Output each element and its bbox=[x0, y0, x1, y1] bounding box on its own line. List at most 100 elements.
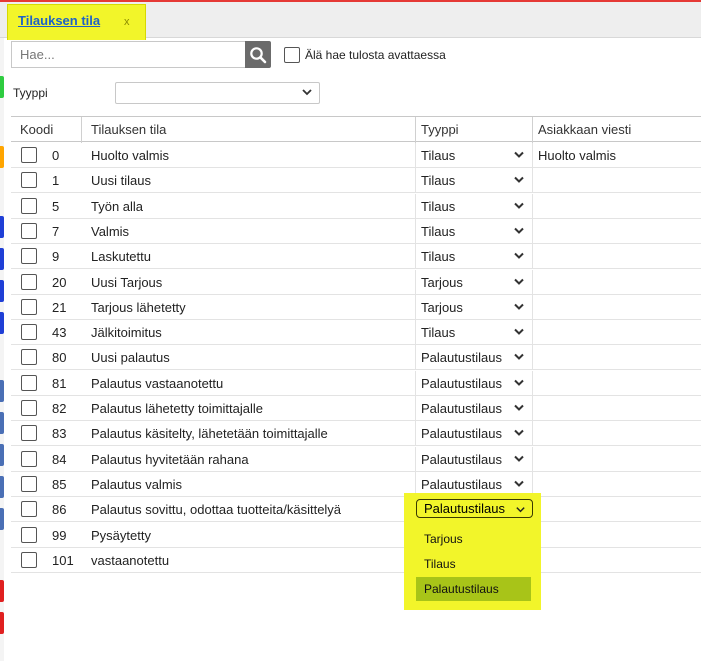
tab-close-icon[interactable]: x bbox=[124, 16, 130, 28]
row-type[interactable]: Tilaus bbox=[421, 249, 455, 264]
row-status[interactable]: Uusi tilaus bbox=[91, 173, 151, 188]
row-type-dropdown-toggle[interactable] bbox=[513, 402, 525, 417]
column-divider[interactable] bbox=[415, 117, 416, 143]
row-status[interactable]: Palautus valmis bbox=[91, 477, 182, 492]
row-status[interactable]: Palautus lähetetty toimittajalle bbox=[91, 401, 263, 416]
row-type[interactable]: Palautustilaus bbox=[421, 401, 502, 416]
row-type[interactable]: Tilaus bbox=[421, 325, 455, 340]
strip-marker-steel-4[interactable] bbox=[0, 476, 4, 498]
table-row[interactable]: 99 Pysäytetty bbox=[11, 522, 701, 548]
column-header-message[interactable]: Asiakkaan viesti bbox=[538, 122, 631, 137]
no-autosearch-checkbox[interactable] bbox=[284, 47, 300, 63]
row-type[interactable]: Palautustilaus bbox=[421, 376, 502, 391]
row-status[interactable]: Valmis bbox=[91, 224, 129, 239]
table-row[interactable]: 85 Palautus valmis Palautustilaus bbox=[11, 471, 701, 497]
column-divider[interactable] bbox=[81, 117, 82, 143]
table-row[interactable]: 7 Valmis Tilaus bbox=[11, 218, 701, 244]
table-row[interactable]: 20 Uusi Tarjous Tarjous bbox=[11, 269, 701, 295]
column-header-type[interactable]: Tyyppi bbox=[421, 122, 459, 137]
row-select-checkbox[interactable] bbox=[21, 425, 37, 442]
table-row[interactable]: 80 Uusi palautus Palautustilaus bbox=[11, 345, 701, 371]
row-type[interactable]: Palautustilaus bbox=[421, 452, 502, 467]
row-select-checkbox[interactable] bbox=[21, 400, 37, 416]
row-type-dropdown-toggle[interactable] bbox=[513, 174, 525, 189]
type-dropdown-open[interactable]: Palautustilaus bbox=[416, 499, 533, 518]
column-header-code[interactable]: Koodi bbox=[20, 122, 53, 137]
strip-marker-red-2[interactable] bbox=[0, 612, 4, 634]
row-select-checkbox[interactable] bbox=[21, 147, 37, 163]
table-row[interactable]: 83 Palautus käsitelty, lähetetään toimitt… bbox=[11, 421, 701, 447]
row-type-dropdown-toggle[interactable] bbox=[513, 250, 525, 265]
row-status[interactable]: Laskutettu bbox=[91, 249, 151, 264]
row-type[interactable]: Palautustilaus bbox=[421, 477, 502, 492]
table-row[interactable]: 101 vastaanotettu bbox=[11, 547, 701, 573]
row-status[interactable]: Tarjous lähetetty bbox=[91, 300, 186, 315]
strip-marker-blue-1[interactable] bbox=[0, 216, 4, 238]
tab-label[interactable]: Tilauksen tila bbox=[18, 13, 100, 28]
strip-marker-steel-3[interactable] bbox=[0, 444, 4, 466]
table-row[interactable]: 9 Laskutettu Tilaus bbox=[11, 244, 701, 270]
type-filter-select[interactable] bbox=[115, 82, 320, 104]
table-row[interactable]: 21 Tarjous lähetetty Tarjous bbox=[11, 294, 701, 320]
row-status[interactable]: Pysäytetty bbox=[91, 528, 151, 543]
table-row[interactable]: 81 Palautus vastaanotettu Palautustilaus bbox=[11, 370, 701, 396]
table-row[interactable]: 5 Työn alla Tilaus bbox=[11, 193, 701, 219]
table-row[interactable]: 84 Palautus hyvitetään rahana Palautustila… bbox=[11, 446, 701, 472]
row-select-checkbox[interactable] bbox=[21, 450, 37, 467]
dropdown-option-tilaus[interactable]: Tilaus bbox=[416, 552, 531, 576]
dropdown-option-tarjous[interactable]: Tarjous bbox=[416, 527, 531, 551]
row-status[interactable]: Uusi Tarjous bbox=[91, 275, 162, 290]
search-button[interactable] bbox=[245, 41, 271, 68]
row-select-checkbox[interactable] bbox=[21, 349, 37, 366]
row-status[interactable]: Palautus hyvitetään rahana bbox=[91, 452, 249, 467]
row-type[interactable]: Palautustilaus bbox=[421, 350, 502, 365]
table-row[interactable]: 0 Huolto valmis Tilaus Huolto valmis bbox=[11, 143, 701, 168]
row-select-checkbox[interactable] bbox=[21, 197, 37, 214]
table-row[interactable]: 1 Uusi tilaus Tilaus bbox=[11, 168, 701, 194]
row-status[interactable]: Palautus sovittu, odottaa tuotteita/käsi… bbox=[91, 502, 341, 517]
row-type[interactable]: Tarjous bbox=[421, 275, 463, 290]
row-type[interactable]: Palautustilaus bbox=[421, 426, 502, 441]
row-type-dropdown-toggle[interactable] bbox=[513, 276, 525, 291]
row-select-checkbox[interactable] bbox=[21, 273, 37, 290]
row-select-checkbox[interactable] bbox=[21, 324, 37, 341]
row-type[interactable]: Tilaus bbox=[421, 224, 455, 239]
row-select-checkbox[interactable] bbox=[21, 475, 37, 492]
row-select-checkbox[interactable] bbox=[21, 222, 37, 239]
row-type-dropdown-toggle[interactable] bbox=[513, 478, 525, 493]
row-status[interactable]: Palautus vastaanotettu bbox=[91, 376, 223, 391]
row-select-checkbox[interactable] bbox=[21, 172, 37, 189]
strip-marker-blue-2[interactable] bbox=[0, 248, 4, 270]
search-input[interactable] bbox=[11, 41, 245, 68]
row-select-checkbox[interactable] bbox=[21, 298, 37, 315]
row-type[interactable]: Tilaus bbox=[421, 199, 455, 214]
row-select-checkbox[interactable] bbox=[21, 501, 37, 518]
row-status[interactable]: vastaanotettu bbox=[91, 553, 169, 568]
dropdown-option-palautustilaus[interactable]: Palautustilaus bbox=[416, 577, 531, 601]
row-type-dropdown-toggle[interactable] bbox=[513, 225, 525, 240]
tab-order-status[interactable]: Tilauksen tila x bbox=[7, 4, 146, 40]
strip-marker-blue-3[interactable] bbox=[0, 280, 4, 302]
row-type-dropdown-toggle[interactable] bbox=[513, 377, 525, 392]
row-select-checkbox[interactable] bbox=[21, 248, 37, 265]
strip-marker-steel-2[interactable] bbox=[0, 412, 4, 434]
row-select-checkbox[interactable] bbox=[21, 374, 37, 391]
column-header-status[interactable]: Tilauksen tila bbox=[91, 122, 166, 137]
strip-marker-red-1[interactable] bbox=[0, 580, 4, 602]
strip-marker-green[interactable] bbox=[0, 76, 4, 98]
row-message[interactable]: Huolto valmis bbox=[538, 148, 616, 163]
row-type-dropdown-toggle[interactable] bbox=[513, 301, 525, 316]
row-status[interactable]: Palautus käsitelty, lähetetään toimittaj… bbox=[91, 426, 328, 441]
row-status[interactable]: Jälkitoimitus bbox=[91, 325, 162, 340]
row-type-dropdown-toggle[interactable] bbox=[513, 351, 525, 366]
row-type-dropdown-toggle[interactable] bbox=[513, 427, 525, 442]
row-status[interactable]: Uusi palautus bbox=[91, 350, 170, 365]
row-type[interactable]: Tilaus bbox=[421, 173, 455, 188]
strip-marker-blue-4[interactable] bbox=[0, 312, 4, 334]
row-type[interactable]: Tilaus bbox=[421, 148, 455, 163]
strip-marker-orange[interactable] bbox=[0, 146, 4, 168]
table-row[interactable]: 43 Jälkitoimitus Tilaus bbox=[11, 320, 701, 346]
column-divider[interactable] bbox=[532, 117, 533, 143]
strip-marker-steel-1[interactable] bbox=[0, 380, 4, 402]
row-status[interactable]: Työn alla bbox=[91, 199, 143, 214]
